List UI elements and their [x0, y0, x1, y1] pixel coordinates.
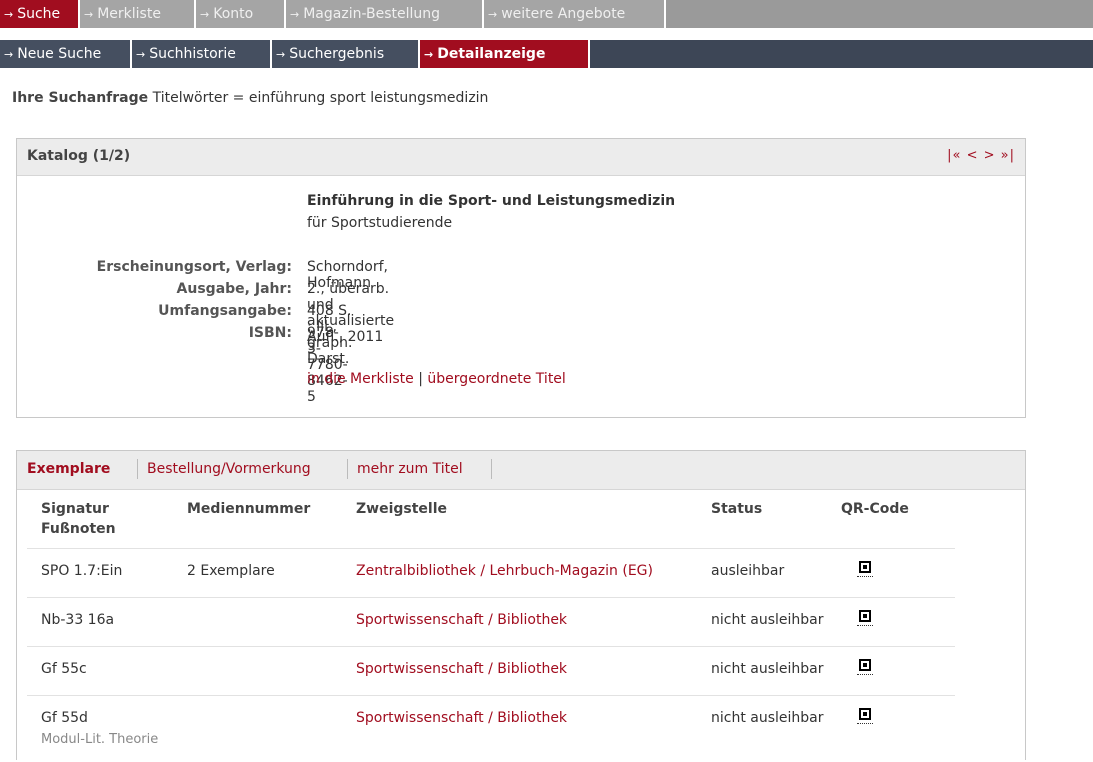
field-label: Erscheinungsort, Verlag:	[96, 259, 292, 275]
arrow-right-icon: →	[136, 48, 146, 61]
qr-code-icon[interactable]	[857, 659, 873, 677]
primary-nav: → Suche → Merkliste → Konto → Magazin-Bestel…	[0, 0, 1093, 28]
field-label: ISBN:	[248, 325, 292, 341]
arrow-right-icon: →	[4, 8, 14, 21]
qr-code-icon[interactable]	[857, 561, 873, 579]
cell-status: ausleihbar	[711, 563, 785, 579]
link-separator: |	[418, 371, 423, 387]
col-header-fussnoten: Fußnoten	[41, 521, 116, 537]
nav-tab-merkliste[interactable]: → Merkliste	[80, 0, 196, 28]
subnav-detailanzeige[interactable]: → Detailanzeige	[420, 40, 590, 68]
nav-tab-konto[interactable]: → Konto	[196, 0, 286, 28]
arrow-right-icon: →	[200, 8, 210, 21]
table-row: Gf 55c Sportwissenschaft / Bibliothek ni…	[27, 646, 955, 695]
cell-fussnote: Modul-Lit. Theorie	[41, 732, 159, 747]
search-query-label: Ihre Suchanfrage	[12, 90, 149, 106]
book-subtitle: für Sportstudierende	[307, 215, 453, 231]
holdings-panel: Exemplare Bestellung/Vormerkung mehr zum…	[16, 450, 1026, 760]
field-value: 978-3-7780-8462-5	[307, 325, 348, 405]
tab-bestellung-vormerkung[interactable]: Bestellung/Vormerkung	[147, 461, 311, 477]
cell-zweigstelle-link[interactable]: Sportwissenschaft / Bibliothek	[356, 612, 567, 628]
nav-tab-suche[interactable]: → Suche	[0, 0, 80, 28]
qr-code-icon[interactable]	[857, 610, 873, 628]
tab-exemplare[interactable]: Exemplare	[27, 461, 110, 477]
col-header-qr-code: QR-Code	[841, 501, 909, 517]
cell-status: nicht ausleihbar	[711, 710, 824, 726]
catalog-panel: Katalog (1/2) |« < > »| Einführung in di…	[16, 138, 1026, 418]
col-header-zweigstelle: Zweigstelle	[356, 501, 448, 517]
nav-tab-weitere-angebote[interactable]: → weitere Angebote	[484, 0, 666, 28]
subnav-suchhistorie[interactable]: → Suchhistorie	[132, 40, 272, 68]
cell-status: nicht ausleihbar	[711, 612, 824, 628]
arrow-right-icon: →	[488, 8, 498, 21]
cell-signatur: Nb-33 16a	[41, 612, 115, 628]
subnav-suchergebnis[interactable]: → Suchergebnis	[272, 40, 420, 68]
catalog-actions: in die Merkliste | übergeordnete Titel	[307, 371, 566, 387]
col-header-status: Status	[711, 501, 763, 517]
tab-divider	[137, 459, 138, 479]
cell-signatur: SPO 1.7:Ein	[41, 563, 123, 579]
table-row: Gf 55d Sportwissenschaft / Bibliothek ni…	[27, 695, 955, 762]
search-query-text: Titelwörter = einführung sport leistungs…	[152, 90, 489, 106]
col-header-mediennummer: Mediennummer	[187, 501, 311, 517]
field-label: Ausgabe, Jahr:	[176, 281, 292, 297]
nav-tab-magazin-bestellung[interactable]: → Magazin-Bestellung	[286, 0, 484, 28]
subnav-neue-suche[interactable]: → Neue Suche	[0, 40, 132, 68]
table-row: SPO 1.7:Ein 2 Exemplare Zentralbibliothe…	[27, 548, 955, 597]
arrow-right-icon: →	[290, 8, 300, 21]
field-label: Umfangsangabe:	[158, 303, 292, 319]
arrow-right-icon: →	[84, 8, 94, 21]
arrow-right-icon: →	[424, 48, 434, 61]
cell-signatur: Gf 55c	[41, 661, 87, 677]
cell-zweigstelle-link[interactable]: Zentralbibliothek / Lehrbuch-Magazin (EG…	[356, 563, 653, 579]
parent-titles-link[interactable]: übergeordnete Titel	[427, 371, 565, 387]
cell-signatur: Gf 55d	[41, 710, 88, 726]
table-row: Nb-33 16a Sportwissenschaft / Bibliothek…	[27, 597, 955, 646]
cell-zweigstelle-link[interactable]: Sportwissenschaft / Bibliothek	[356, 710, 567, 726]
catalog-title: Katalog (1/2)	[27, 148, 131, 164]
tab-divider	[491, 459, 492, 479]
arrow-right-icon: →	[4, 48, 14, 61]
catalog-header: Katalog (1/2) |« < > »|	[17, 139, 1025, 176]
qr-code-icon[interactable]	[857, 708, 873, 726]
arrow-right-icon: →	[276, 48, 286, 61]
holdings-tabs: Exemplare Bestellung/Vormerkung mehr zum…	[17, 451, 1025, 490]
book-title: Einführung in die Sport- und Leistungsme…	[307, 193, 676, 209]
cell-status: nicht ausleihbar	[711, 661, 824, 677]
record-pager[interactable]: |« < > »|	[947, 148, 1015, 163]
add-to-merkliste-link[interactable]: in die Merkliste	[307, 371, 414, 387]
cell-zweigstelle-link[interactable]: Sportwissenschaft / Bibliothek	[356, 661, 567, 677]
tab-mehr-zum-titel[interactable]: mehr zum Titel	[357, 461, 463, 477]
tab-divider	[347, 459, 348, 479]
secondary-nav: → Neue Suche → Suchhistorie → Suchergebnis …	[0, 40, 1093, 68]
cell-mediennummer: 2 Exemplare	[187, 563, 275, 579]
col-header-signatur: Signatur	[41, 501, 109, 517]
search-query: Ihre Suchanfrage Titelwörter = einführun…	[12, 90, 488, 106]
